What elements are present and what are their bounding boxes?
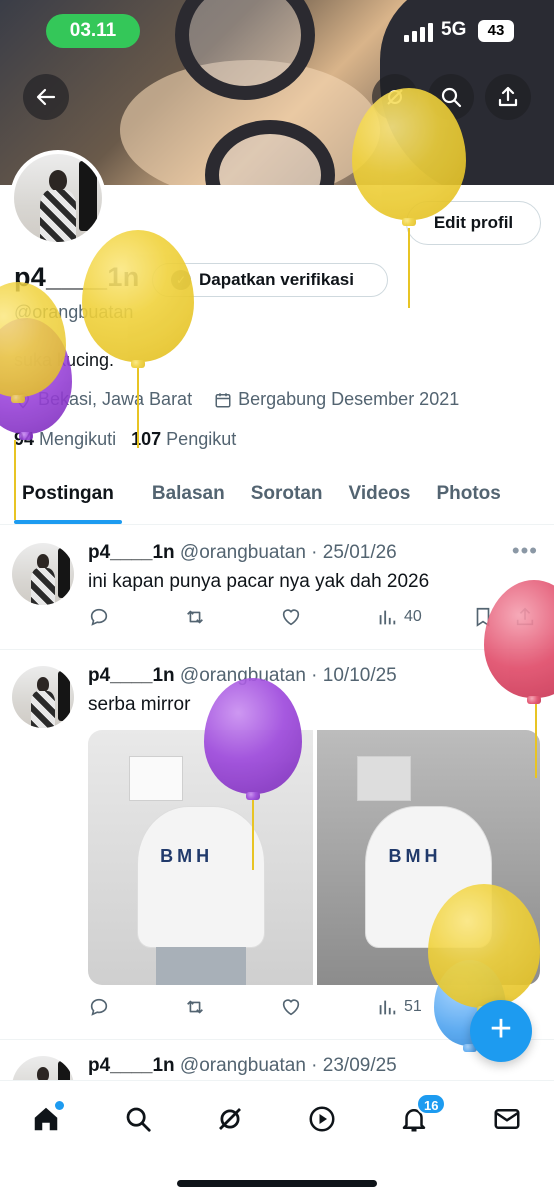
repost-icon	[187, 610, 203, 624]
tab-balasan[interactable]: Balasan	[144, 470, 233, 524]
follow-stats: 94 Mengikuti 107 Pengikut	[14, 429, 236, 450]
profile-tabs: Postingan Balasan Sorotan Videos Photos	[0, 470, 554, 525]
nav-explore[interactable]	[118, 1099, 158, 1139]
calendar-icon	[215, 392, 231, 407]
status-bar: 03.11 5G 43	[0, 14, 554, 50]
tab-postingan[interactable]: Postingan	[14, 470, 122, 524]
like-button[interactable]	[280, 996, 302, 1018]
status-time[interactable]: 03.11	[46, 14, 140, 48]
views-count: 40	[404, 608, 422, 625]
network-type: 5G	[441, 19, 467, 40]
profile-meta: Bekasi, Jawa Barat Bergabung Desember 20…	[14, 389, 459, 410]
home-indicator	[177, 1180, 377, 1187]
views-icon	[379, 1000, 396, 1015]
reply-icon	[90, 608, 108, 626]
post-text: ini kapan punya pacar nya yak dah 2026	[88, 571, 430, 592]
followers-label: Pengikut	[166, 429, 237, 449]
tab-sorotan[interactable]: Sorotan	[243, 470, 331, 524]
followers-count: 107	[131, 429, 162, 449]
notifications-badge: 16	[416, 1093, 447, 1115]
tab-photos[interactable]: Photos	[428, 470, 508, 524]
mail-icon	[494, 1109, 520, 1129]
views-button[interactable]: 40	[376, 606, 422, 628]
post-avatar[interactable]	[12, 666, 74, 728]
battery-icon: 43	[478, 20, 514, 42]
plus-icon: +	[489, 1008, 513, 1050]
views-count: 51	[404, 998, 422, 1015]
views-icon	[379, 610, 396, 625]
nav-home[interactable]	[26, 1099, 66, 1139]
post-author-name[interactable]: p4____1n	[88, 542, 175, 563]
nav-messages[interactable]	[487, 1099, 527, 1139]
nav-grok[interactable]	[210, 1099, 250, 1139]
profile-avatar[interactable]	[10, 150, 106, 246]
followers-link[interactable]: 107 Pengikut	[131, 429, 236, 449]
post-meta: @orangbuatan · 10/10/25	[179, 665, 397, 686]
tab-videos[interactable]: Videos	[341, 470, 419, 524]
heart-icon	[282, 609, 300, 626]
post-actions: 40	[88, 606, 538, 636]
reply-button[interactable]	[88, 606, 110, 628]
nav-video[interactable]	[302, 1099, 342, 1139]
search-icon	[126, 1107, 151, 1132]
heart-icon	[282, 999, 300, 1016]
joined-text: Bergabung Desember 2021	[238, 389, 460, 409]
joined-item: Bergabung Desember 2021	[214, 389, 459, 410]
grok-icon	[219, 1108, 241, 1130]
post-meta: @orangbuatan · 23/09/25	[179, 1055, 397, 1076]
signal-icon	[404, 22, 434, 42]
post-author-name[interactable]: p4____1n	[88, 665, 175, 686]
reply-button[interactable]	[88, 996, 110, 1018]
repost-button[interactable]	[184, 606, 206, 628]
arrow-left-icon	[36, 88, 56, 106]
post-author-name[interactable]: p4____1n	[88, 1055, 175, 1076]
play-icon	[309, 1106, 335, 1132]
post-avatar[interactable]	[12, 1056, 74, 1080]
post-header: p4____1n @orangbuatan · 23/09/25	[88, 1055, 397, 1077]
post-header: p4____1n @orangbuatan · 25/01/26	[88, 542, 397, 564]
compose-post-button[interactable]: +	[470, 1000, 532, 1062]
repost-button[interactable]	[184, 996, 206, 1018]
reply-icon	[90, 998, 108, 1016]
like-button[interactable]	[280, 606, 302, 628]
share-icon	[498, 86, 518, 107]
following-label: Mengikuti	[39, 429, 117, 449]
post-meta: @orangbuatan · 25/01/26	[179, 542, 397, 563]
post-text: serba mirror	[88, 694, 191, 715]
nav-notifications[interactable]: 16	[394, 1093, 447, 1139]
views-button[interactable]: 51	[376, 996, 422, 1018]
post-item[interactable]: p4____1n @orangbuatan · 25/01/26 ••• ini…	[0, 526, 554, 650]
post-avatar[interactable]	[12, 543, 74, 605]
back-button[interactable]	[23, 74, 69, 120]
share-button[interactable]	[485, 74, 531, 120]
home-unread-dot	[55, 1101, 64, 1110]
post-more-icon[interactable]: •••	[512, 538, 538, 564]
get-verified-label: Dapatkan verifikasi	[199, 270, 354, 289]
repost-icon	[187, 1000, 203, 1014]
